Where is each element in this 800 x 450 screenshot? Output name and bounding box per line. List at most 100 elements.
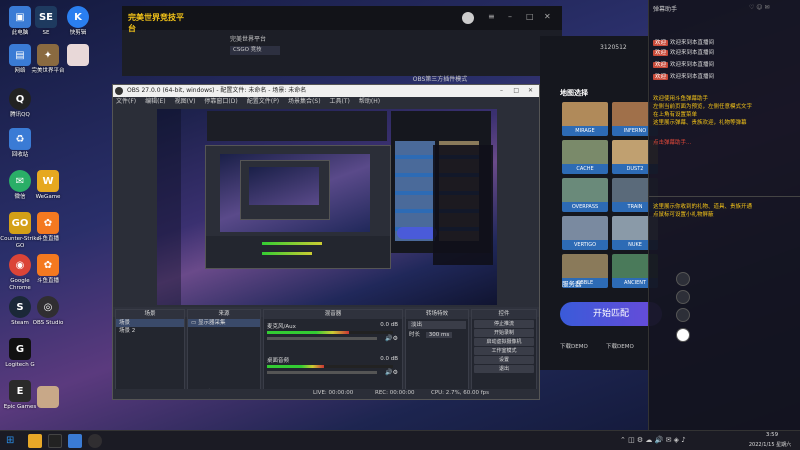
logitech-icon: G [9,338,31,360]
settings-button[interactable]: 设置 [474,356,534,364]
obs-titlebar: OBS 27.0.0 (64-bit, windows) - 配置文件: 未命名… [113,85,539,97]
menu-docks[interactable]: 停靠窗口(D) [204,98,237,105]
desktop-icon-logitech[interactable]: G Logitech G [0,338,40,369]
notice-line: 左侧当前页面为预览，左侧任意模式文字 [653,104,753,110]
menu-edit[interactable]: 编辑(E) [145,98,165,105]
file-explorer-icon[interactable] [28,434,42,448]
game-client-window: 完美世界竞技平台 ≡ – □ ✕ 完美世界平台 CSGO 竞技 OBS第三方插件… [122,6,562,83]
maximize-icon[interactable]: □ [526,12,536,22]
volume-meter [267,331,393,334]
chat-message: 欢迎 欢迎来到本直播间 [653,40,715,46]
douyu-icon: ✿ [37,254,59,276]
image-file-icon [37,386,59,408]
desktop-icon-wechat[interactable]: ✉ 微信 [0,170,40,201]
minimize-icon[interactable]: – [508,12,518,22]
map-tile-cache[interactable]: CACHE [562,140,608,174]
desktop-icon-douyu-2[interactable]: ✿ 斗鱼直播 [28,254,68,285]
user-avatar[interactable] [462,12,474,24]
k-icon: K [67,6,89,28]
stop-streaming-button[interactable]: 停止推流 [474,320,534,328]
start-recording-button[interactable]: 开始录制 [474,329,534,337]
mixer-dock-title: 混音器 [264,310,402,319]
preview-game-header [207,111,387,141]
menu-icon[interactable]: ≡ [488,12,498,22]
se-icon: SE [35,6,57,28]
live-status: LIVE: 00:00:00 [313,390,354,396]
clock-time[interactable]: 3:59 [744,432,800,441]
start-match-button[interactable]: 开始匹配 [560,302,662,326]
speaker-icon[interactable]: 🔊⚙ [385,369,398,376]
chat-stats: ♡ ☺ ✉ [749,4,770,11]
douyu-icon: ✿ [37,212,59,234]
mixer-track: 桌面音频 0.0 dB 🔊⚙ [267,356,398,376]
gift-notice-line: 点鼠标可设置小礼物屏蔽 [653,212,714,218]
desktop-icon-kuaijianji[interactable]: K 快剪辑 [58,6,98,37]
menu-tools[interactable]: 工具(T) [330,98,350,105]
recycle-bin-icon: ♻ [9,128,31,150]
download-demo-button-1[interactable]: 下载DEMO [560,342,594,352]
menu-file[interactable]: 文件(F) [116,98,136,105]
speaker-icon[interactable]: 🔊⚙ [385,335,398,342]
controls-dock-title: 控件 [472,310,536,319]
qq-icon: Q [9,88,31,110]
terminal-icon[interactable] [48,434,62,448]
app-taskbar-icon[interactable] [68,434,82,448]
volume-slider[interactable] [267,337,377,340]
sources-dock: 来源 ▭ 显示器采集 + − ⚙ ⌃ ⌄ [187,309,261,399]
menu-profile[interactable]: 配置文件(P) [247,98,279,105]
matching-mode-label: OBS第三方插件模式 [412,76,468,83]
volume-slider[interactable] [267,371,377,374]
obs-maximize-icon[interactable]: □ [513,85,519,97]
windows-start-icon[interactable]: ⊞ [6,434,20,448]
exit-button[interactable]: 退出 [474,365,534,373]
menu-help[interactable]: 帮助(H) [359,98,380,105]
desktop-icon-douyu[interactable]: ✿ 斗鱼直播 [28,212,68,243]
side-button[interactable] [676,308,690,322]
obs-minimize-icon[interactable]: – [500,85,503,97]
desktop-icon-image[interactable] [28,386,68,410]
scene-item[interactable]: 场景 2 [116,327,184,335]
preview-start-button [397,227,437,239]
clock-date[interactable]: 2022/1/15 星期六 [740,441,800,450]
desktop-icon-anime[interactable] [58,44,98,68]
side-button[interactable] [676,272,690,286]
source-item[interactable]: ▭ 显示器采集 [188,319,260,327]
transitions-dock-title: 转场特效 [406,310,468,319]
start-virtual-camera-button[interactable]: 启动虚拟摄像机 [474,338,534,346]
map-tile-mirage[interactable]: MIRAGE [562,102,608,136]
desktop-icon-qq[interactable]: Q 腾讯QQ [0,88,40,119]
desktop-icon-obs[interactable]: ◎ OBS Studio [28,296,68,327]
menu-view[interactable]: 视图(V) [175,98,196,105]
duration-input[interactable]: 300 ms [425,332,453,338]
download-demo-button-2[interactable]: 下载DEMO [606,342,640,352]
transition-select[interactable]: 淡出 [408,321,466,329]
menu-scene-collection[interactable]: 场景集合(S) [288,98,321,105]
obs-close-icon[interactable]: ✕ [528,85,533,97]
obs-icon: ◎ [37,296,59,318]
scenes-dock-title: 场景 [116,310,184,319]
obs-menubar: 文件(F) 编辑(E) 视图(V) 停靠窗口(D) 配置文件(P) 场景集合(S) 工具(T… [113,97,539,107]
obs-statusbar: LIVE: 00:00:00 REC: 00:00:00 CPU: 2.7%, … [113,389,539,399]
map-tile-overpass[interactable]: OVERPASS [562,178,608,212]
obs-preview[interactable] [157,109,497,305]
close-icon[interactable]: ✕ [544,12,554,22]
server-label: 服务器 [562,280,582,288]
scene-item[interactable]: 场景 [116,319,184,327]
map-tile-vertigo[interactable]: VERTIGO [562,216,608,250]
duration-row: 时长 300 ms [406,331,468,339]
system-tray-icons[interactable]: ⌃ ◫ ⚙ ☁ 🔊 ✉ ◈ ♪ [620,436,730,446]
preview-chat [433,145,493,265]
room-tag: CSGO 竞技 [230,46,280,55]
studio-mode-button[interactable]: 工作室模式 [474,347,534,355]
chat-message: 欢迎 欢迎来到本直播间 [653,50,715,56]
side-button[interactable] [676,290,690,304]
preview-desktop-column [157,109,181,305]
help-icon[interactable] [676,328,690,342]
wegame-icon: W [37,170,59,192]
desktop-icon-recycle-bin[interactable]: ♻ 回收站 [0,128,40,159]
mixer-track: 麦克风/Aux 0.0 dB 🔊⚙ [267,322,398,342]
cpu-status: CPU: 2.7%, 60.00 fps [431,390,490,396]
obs-taskbar-icon[interactable] [88,434,102,448]
perfect-world-icon: ✦ [37,44,59,66]
match-panel: 地图选择 3120512 MIRAGE INFERNO CACHE DUST2 … [540,36,662,370]
